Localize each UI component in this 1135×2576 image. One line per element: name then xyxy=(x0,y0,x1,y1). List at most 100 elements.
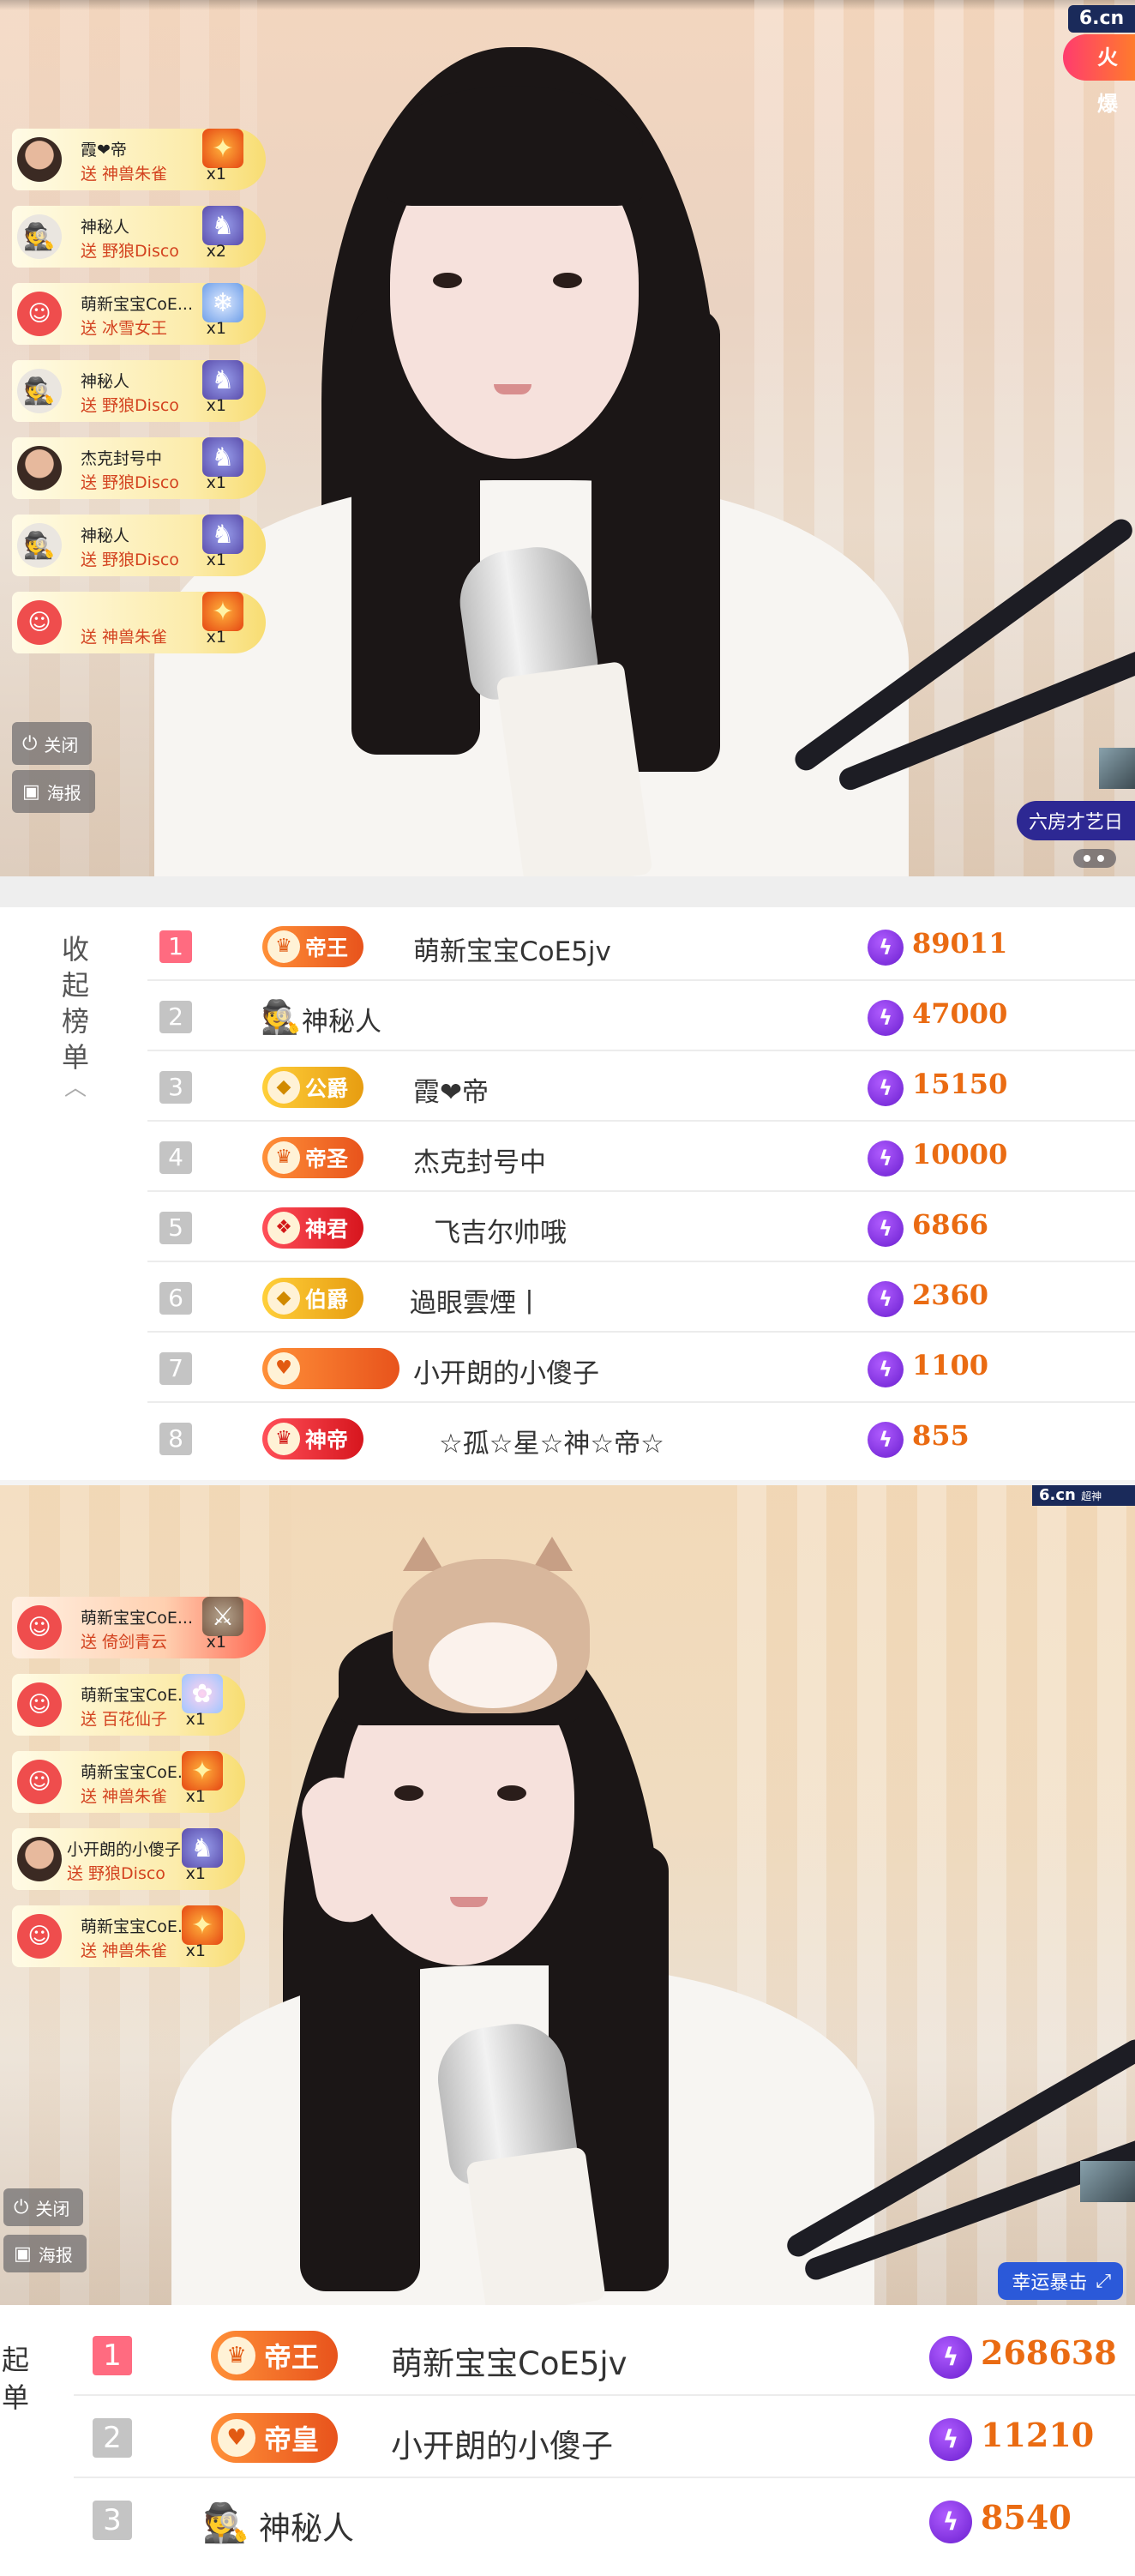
logo-text: 6.cn xyxy=(1068,5,1135,33)
lightning-coin-icon: ϟ xyxy=(929,2336,972,2379)
rank-row[interactable]: 8 ♛ 神帝 ☆孤☆星☆神☆帝☆ ϟ 855 xyxy=(147,1403,1135,1473)
user-name: 霞❤帝 xyxy=(413,1077,489,1108)
lightning-coin-icon: ϟ xyxy=(868,1422,904,1458)
phoenix-gift-icon: ✦ xyxy=(182,1905,223,1945)
streamer-eye-right xyxy=(497,1785,526,1801)
side-thumbnail[interactable] xyxy=(1099,748,1135,789)
phoenix-gift-icon: ✦ xyxy=(202,592,243,631)
spy-hat-icon: 🕵 xyxy=(17,214,62,259)
badge-label: 帝圣 xyxy=(305,1147,349,1171)
crown-icon: ♛ xyxy=(267,1423,300,1455)
rank-row[interactable]: 3 🕵 神秘人 ϟ 8540 xyxy=(74,2480,1135,2561)
gift-count: x1 xyxy=(206,551,226,569)
gift-item: 🕵 神秘人 送 野狼Disco ♞ x2 xyxy=(12,206,266,268)
gift-item: 杰克封号中 送 野狼Disco ♞ x1 xyxy=(12,437,266,499)
rank-row[interactable]: 4 ♛ 帝圣 杰克封号中 ϟ 10000 xyxy=(147,1122,1135,1192)
poster-button[interactable]: ▣ 海报 xyxy=(3,2235,87,2272)
rank-row[interactable]: 1 ♛ 帝王 萌新宝宝CoE5jv ϟ 89011 xyxy=(147,911,1135,981)
spy-hat-icon: 🕵 xyxy=(261,998,302,1036)
sword-gift-icon: ⚔ xyxy=(202,1597,243,1636)
contribution-amount: 11210 xyxy=(981,2416,1095,2454)
gift-item: ☺ 萌新宝宝CoE... 送 百花仙子 ✿ x1 xyxy=(12,1674,245,1736)
crown-icon: ♛ xyxy=(218,2337,255,2374)
lucky-label: 幸运暴击 xyxy=(1012,2272,1088,2294)
gift-name: 送 倚剑青云 xyxy=(81,1633,168,1652)
gift-sender: 萌新宝宝CoE... xyxy=(81,1917,194,1936)
avatar: ☺ xyxy=(17,1914,62,1959)
poster-label: 海报 xyxy=(46,782,81,803)
gift-item: 霞❤帝 送 神兽朱雀 ✦ x1 xyxy=(12,129,266,190)
lightning-coin-icon: ϟ xyxy=(868,1070,904,1106)
user-name: 過眼雲煙丨 xyxy=(410,1288,543,1319)
user-name: 小开朗的小傻子 xyxy=(391,2428,613,2465)
contribution-amount: 10000 xyxy=(912,1138,1008,1171)
side-thumbnail[interactable] xyxy=(1080,2161,1135,2202)
gift-item: 小开朗的小傻子 送 野狼Disco ♞ x1 xyxy=(12,1828,245,1890)
lightning-coin-icon: ϟ xyxy=(868,1281,904,1317)
badge-label: 神帝 xyxy=(305,1428,349,1453)
site-logo: 6.cn 超神 xyxy=(1032,1485,1135,1506)
user-name: 萌新宝宝CoE5jv xyxy=(391,2345,628,2382)
avatar: ☺ xyxy=(17,600,62,645)
image-icon: ▣ xyxy=(14,2242,32,2265)
rank-badge: ◆ 公爵 xyxy=(262,1067,364,1108)
contribution-amount: 1100 xyxy=(912,1349,989,1381)
contribution-amount: 15150 xyxy=(912,1068,1008,1100)
gift-item: ☺ 萌新宝宝CoE... 送 冰雪女王 ❄ x1 xyxy=(12,283,266,345)
collapse-ranking-button[interactable]: 起单 xyxy=(2,2341,29,2417)
logo-text: 6.cn xyxy=(1039,1486,1076,1504)
poster-button[interactable]: ▣ 海报 xyxy=(12,770,95,813)
avatar xyxy=(17,137,62,182)
rank-row[interactable]: 3 ◆ 公爵 霞❤帝 ϟ 15150 xyxy=(147,1051,1135,1122)
avatar xyxy=(17,1837,62,1881)
gift-sender: 神秘人 xyxy=(81,218,130,237)
badge-label: 帝王 xyxy=(305,936,349,960)
hot-badge: 火爆 xyxy=(1063,34,1135,116)
rank-row[interactable]: 5 ❖ 神君 飞吉尔帅哦 ϟ 6866 xyxy=(147,1192,1135,1262)
rank-row[interactable]: 6 ◆ 伯爵 過眼雲煙丨 ϟ 2360 xyxy=(147,1262,1135,1333)
rank-row[interactable]: 7 ♥ 小开朗的小傻子 ϟ 1100 xyxy=(147,1333,1135,1403)
rank-number: 8 xyxy=(159,1423,192,1455)
rank-number: 1 xyxy=(93,2336,132,2375)
diamond-icon: ◆ xyxy=(267,1071,300,1104)
close-button[interactable]: ⏻ 关闭 xyxy=(12,722,93,765)
avatar xyxy=(17,446,62,491)
contribution-amount: 89011 xyxy=(912,927,1008,960)
gift-count: x1 xyxy=(185,1787,206,1806)
rank-badge: ♛ 帝王 xyxy=(211,2331,339,2380)
user-name: ☆孤☆星☆神☆帝☆ xyxy=(439,1429,664,1460)
gift-sender: 萌新宝宝CoE... xyxy=(81,1763,194,1782)
contribution-amount: 8540 xyxy=(981,2498,1072,2537)
crown-icon: ♛ xyxy=(267,930,300,963)
power-icon: ⏻ xyxy=(22,732,38,755)
close-button[interactable]: ⏻ 关闭 xyxy=(3,2188,84,2226)
rank-row[interactable]: 2 🕵 神秘人 ϟ 47000 xyxy=(147,981,1135,1051)
avatar: ☺ xyxy=(17,1682,62,1727)
rank-row[interactable]: 1 ♛ 帝王 萌新宝宝CoE5jv ϟ 268638 xyxy=(74,2315,1135,2396)
user-name: 萌新宝宝CoE5jv xyxy=(413,936,611,967)
streamer-lips xyxy=(494,384,531,394)
cat-face-effect xyxy=(429,1622,557,1708)
rank-badge: ♥ 帝皇 xyxy=(211,2413,339,2463)
badge-label: 公爵 xyxy=(305,1076,349,1101)
rank-row[interactable]: 2 ♥ 帝皇 小开朗的小傻子 ϟ 11210 xyxy=(74,2398,1135,2478)
video-stream-1[interactable]: 6.cn 火爆 霞❤帝 送 神兽朱雀 ✦ x1 🕵 神秘人 送 野狼Disco … xyxy=(0,0,1135,876)
contribution-amount: 855 xyxy=(912,1419,970,1452)
rank-badge: ♥ xyxy=(262,1348,399,1389)
rank-number: 7 xyxy=(159,1352,192,1385)
close-label: 关闭 xyxy=(35,2198,70,2219)
user-name: 小开朗的小傻子 xyxy=(413,1358,599,1389)
rank-badge: ♛ 神帝 xyxy=(262,1418,364,1460)
gift-item: ☺ 送 神兽朱雀 ✦ x1 xyxy=(12,592,266,653)
gift-sender: 萌新宝宝CoE... xyxy=(81,1686,194,1705)
contribution-amount: 2360 xyxy=(912,1279,989,1311)
rank-badge: ❖ 神君 xyxy=(262,1207,364,1249)
collapse-ranking-button[interactable]: 收起榜单 ︿ xyxy=(50,931,101,1101)
logo-extra: 超神 xyxy=(1081,1490,1102,1502)
lucky-crit-button[interactable]: 幸运暴击 ⤢ xyxy=(998,2262,1123,2300)
room-tag-button[interactable]: 六房才艺日 xyxy=(1016,801,1135,840)
gift-item: 🕵 神秘人 送 野狼Disco ♞ x1 xyxy=(12,515,266,576)
gift-sender: 萌新宝宝CoE... xyxy=(81,295,194,314)
video-stream-2[interactable]: 6.cn 超神 ☺ 萌新宝宝CoE... 送 倚剑青云 ⚔ x1 ☺ 萌新宝宝C… xyxy=(0,1485,1135,2305)
pager-dots[interactable] xyxy=(1073,849,1116,868)
